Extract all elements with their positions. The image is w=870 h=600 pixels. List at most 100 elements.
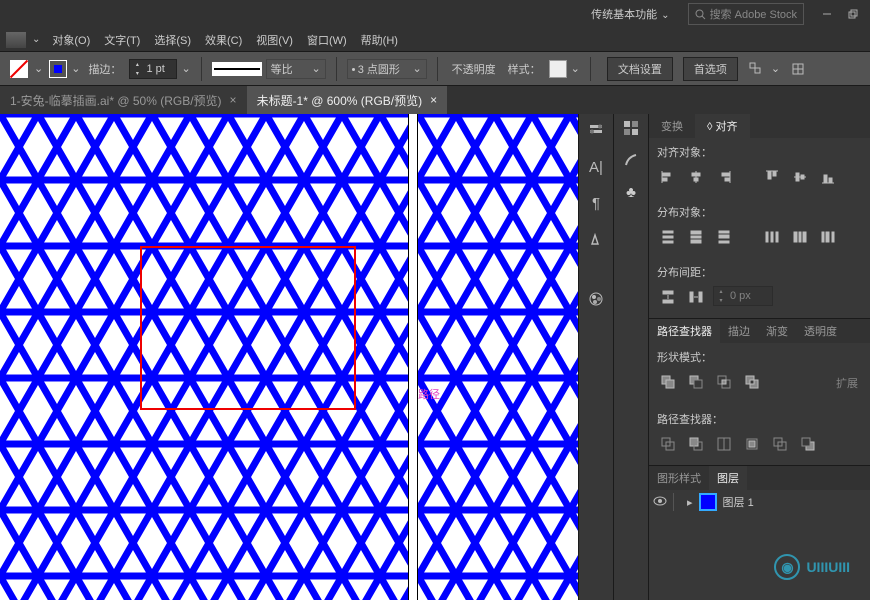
document-setup-button[interactable]: 文档设置	[607, 57, 673, 81]
dist-bottom[interactable]	[713, 226, 735, 248]
pf-exclude[interactable]	[741, 371, 763, 393]
artwork-triangle-pattern	[0, 114, 578, 600]
app-icon[interactable]	[6, 32, 26, 48]
pf-crop[interactable]	[741, 433, 763, 455]
dock-icon-color[interactable]	[585, 288, 607, 310]
stroke-profile-thumb[interactable]	[212, 62, 262, 76]
pf-merge[interactable]	[713, 433, 735, 455]
stroke-profile-dropdown[interactable]: 等比⌄	[266, 59, 326, 79]
watermark-icon: ◉	[774, 554, 800, 580]
artboard[interactable]: 路径	[0, 114, 578, 600]
lock-column[interactable]	[673, 493, 681, 511]
pf-minus-front[interactable]	[685, 371, 707, 393]
align-panel-tabs: 变换 ◊ 对齐	[649, 114, 870, 138]
fill-swatch-menu[interactable]: ⌄	[34, 62, 43, 75]
tab-gradient[interactable]: 渐变	[758, 319, 796, 343]
dist-space-h[interactable]	[685, 286, 707, 308]
dist-hcenter[interactable]	[789, 226, 811, 248]
dock-icon-type[interactable]: A|	[585, 156, 607, 178]
menu-object[interactable]: 对象(O)	[52, 32, 90, 48]
tab-pathfinder[interactable]: 路径查找器	[649, 319, 720, 343]
shape-modes-label: 形状模式：	[657, 349, 862, 365]
distribute-spacing-label: 分布间距：	[657, 264, 862, 280]
fill-swatch[interactable]	[8, 58, 30, 80]
minimize-button[interactable]	[814, 4, 840, 24]
dist-right[interactable]	[817, 226, 839, 248]
search-icon	[695, 9, 706, 20]
control-icon-1[interactable]	[745, 58, 767, 80]
tab-transparency[interactable]: 透明度	[796, 319, 845, 343]
stroke-weight-spinner[interactable]: ▴▾	[130, 60, 144, 78]
dist-top[interactable]	[657, 226, 679, 248]
watermark: ◉ UIIIUIII	[774, 554, 850, 580]
layer-row[interactable]: ▸ 图层 1	[649, 490, 870, 514]
menu-effect[interactable]: 效果(C)	[205, 32, 242, 48]
align-right[interactable]	[713, 166, 735, 188]
align-hcenter[interactable]	[685, 166, 707, 188]
dock-icon-symbols[interactable]: ♣	[626, 184, 636, 201]
menu-view[interactable]: 视图(V)	[256, 32, 293, 48]
control-icon-2[interactable]	[787, 58, 809, 80]
layers-tabs: 图形样式 图层	[649, 466, 870, 490]
tab-transform[interactable]: 变换	[649, 114, 695, 138]
style-swatch[interactable]	[549, 60, 567, 78]
align-left[interactable]	[657, 166, 679, 188]
align-vcenter[interactable]	[789, 166, 811, 188]
tab-doc-2[interactable]: 未标题-1* @ 600% (RGB/预览)×	[247, 86, 448, 114]
align-bottom[interactable]	[817, 166, 839, 188]
style-menu[interactable]: ⌄	[571, 62, 580, 75]
stroke-weight-field[interactable]: ▴▾	[129, 59, 177, 79]
panel-column: 变换 ◊ 对齐 对齐对象： 分布对象：	[648, 114, 870, 600]
menu-bar: ⌄ 对象(O) 文字(T) 选择(S) 效果(C) 视图(V) 窗口(W) 帮助…	[0, 28, 870, 52]
dock-icon-swatches[interactable]	[623, 120, 639, 139]
tab-layers[interactable]: 图层	[709, 466, 747, 490]
path-annotation: 路径	[418, 386, 440, 402]
pf-unite[interactable]	[657, 371, 679, 393]
menu-select[interactable]: 选择(S)	[154, 32, 191, 48]
control-icon-1-menu[interactable]: ⌄	[771, 62, 780, 75]
document-tabs: 1-安兔-临摹插画.ai* @ 50% (RGB/预览)× 未标题-1* @ 6…	[0, 86, 870, 114]
pf-intersect[interactable]	[713, 371, 735, 393]
tab-align[interactable]: ◊ 对齐	[695, 114, 750, 138]
close-icon[interactable]: ×	[230, 93, 237, 107]
visibility-icon[interactable]	[653, 496, 667, 509]
stroke-swatch-menu[interactable]: ⌄	[71, 62, 80, 75]
distribute-objects-section: 分布对象：	[649, 198, 870, 258]
layer-name[interactable]: 图层 1	[723, 494, 754, 510]
workspace-switcher[interactable]: 传统基本功能⌄	[583, 4, 677, 24]
tab-doc-1[interactable]: 1-安兔-临摹插画.ai* @ 50% (RGB/预览)×	[0, 86, 247, 114]
brush-dropdown[interactable]: 3 点圆形⌄	[347, 59, 427, 79]
opacity-label[interactable]: 不透明度	[452, 61, 496, 77]
preferences-button[interactable]: 首选项	[683, 57, 738, 81]
close-icon[interactable]: ×	[430, 93, 437, 107]
pf-minus-back[interactable]	[797, 433, 819, 455]
restore-button[interactable]	[840, 4, 866, 24]
dist-vcenter[interactable]	[685, 226, 707, 248]
control-bar: ⌄ ⌄ 描边： ▴▾ ⌄ 等比⌄ 3 点圆形⌄ 不透明度 样式： ⌄ 文档设置 …	[0, 52, 870, 86]
stroke-swatch[interactable]	[49, 60, 67, 78]
tab-graphic-styles[interactable]: 图形样式	[649, 466, 709, 490]
expand-arrow-icon[interactable]: ▸	[687, 496, 693, 509]
app-menu-chevron[interactable]: ⌄	[32, 34, 40, 45]
search-adobe-stock[interactable]: 搜索 Adobe Stock	[688, 3, 804, 25]
menu-window[interactable]: 窗口(W)	[307, 32, 347, 48]
menu-type[interactable]: 文字(T)	[104, 32, 140, 48]
dock-icon-properties[interactable]	[585, 120, 607, 142]
dist-space-v[interactable]	[657, 286, 679, 308]
distribute-objects-label: 分布对象：	[657, 204, 862, 220]
dock-icon-brushes[interactable]	[624, 153, 638, 170]
dist-left[interactable]	[761, 226, 783, 248]
menu-help[interactable]: 帮助(H)	[361, 32, 398, 48]
dock-icon-paragraph[interactable]: ¶	[585, 192, 607, 214]
pf-trim[interactable]	[685, 433, 707, 455]
dock-icon-pen[interactable]	[585, 228, 607, 250]
canvas-area[interactable]: 路径	[0, 114, 578, 600]
stroke-weight-input[interactable]	[144, 63, 174, 75]
pf-outline[interactable]	[769, 433, 791, 455]
distribute-spacing-section: 分布间距： ▴▾	[649, 258, 870, 318]
tab-panel-stroke[interactable]: 描边	[720, 319, 758, 343]
align-top[interactable]	[761, 166, 783, 188]
stroke-weight-menu[interactable]: ⌄	[181, 62, 190, 75]
layer-thumbnail[interactable]	[699, 493, 717, 511]
pf-divide[interactable]	[657, 433, 679, 455]
